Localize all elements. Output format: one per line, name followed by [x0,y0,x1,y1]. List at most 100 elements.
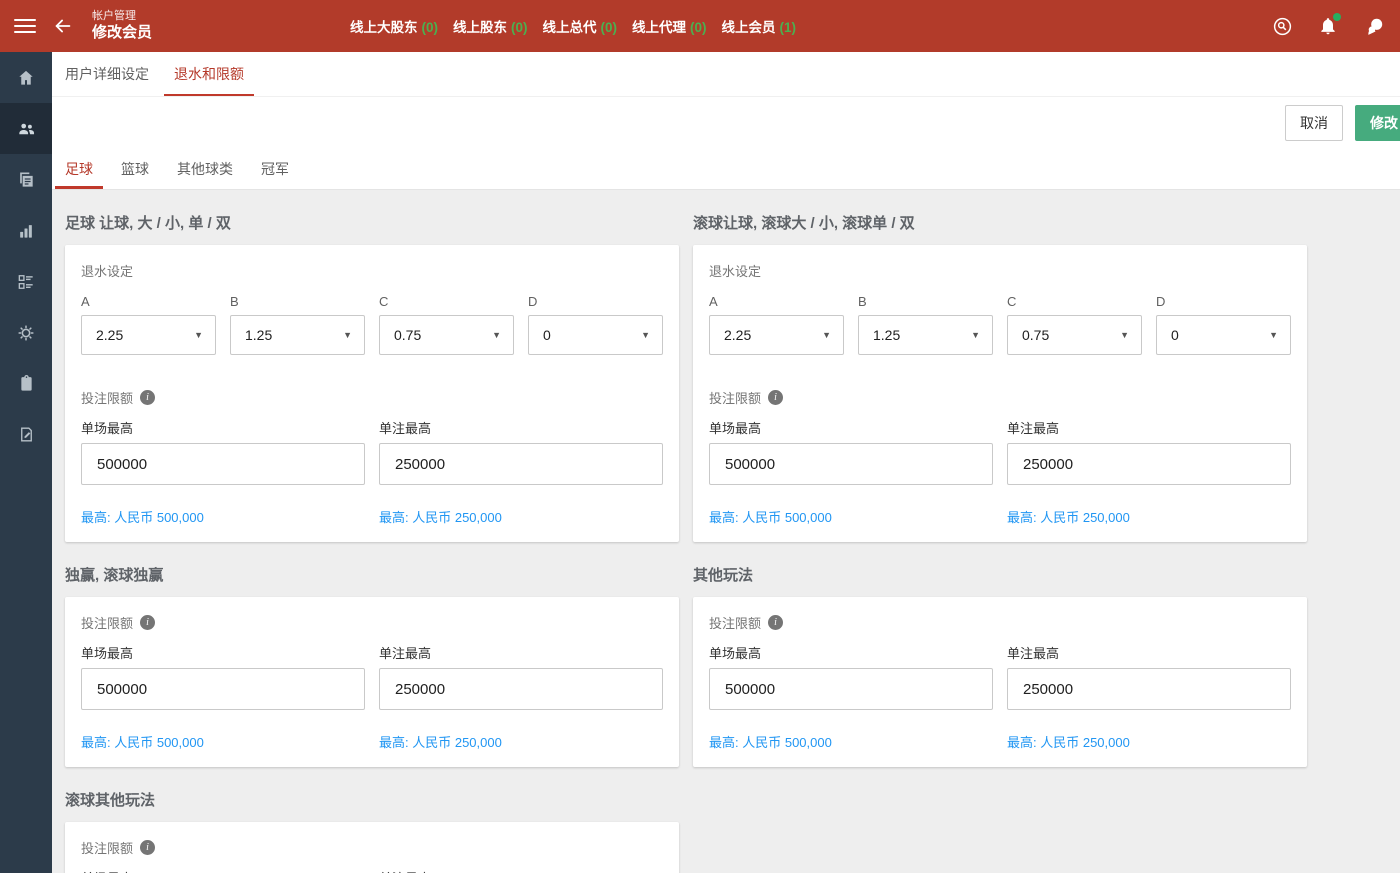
select-label: D [528,294,663,309]
card-other-plays: 投注限额 单场最高 最高: 人民币 500,000 单注最高 最高: 人民币 2… [693,597,1307,767]
bet-limit-label: 投注限额 [81,388,663,407]
sidebar-item-home[interactable] [0,52,52,103]
notifications-icon[interactable] [1318,16,1338,36]
nav-online-shareholder[interactable]: 线上股东(0) [453,16,528,36]
select-label: C [379,294,514,309]
documents-icon [16,170,36,190]
card-row-2: 独赢, 滚球独赢 投注限额 单场最高 最高: 人民币 500,000 单注最高 … [52,542,1400,767]
limit-fields: 单场最高 最高: 人民币 500,000 单注最高 最高: 人民币 250,00… [709,643,1291,751]
sport-tab-champion[interactable]: 冠军 [251,148,299,189]
rebate-select-a[interactable]: 2.25 [81,315,216,355]
limit-fields: 单场最高 最高: 人民币 500,000 单注最高 最高: 人民币 250,00… [81,418,663,526]
limit-fields: 单场最高 最高: 人民币 500,000 单注最高 最高: 人民币 250,00… [709,418,1291,526]
rebate-select-b[interactable]: 1.25 [230,315,365,355]
nav-online-master-agent[interactable]: 线上总代(0) [543,16,618,36]
card-football-handicap: 退水设定 A 2.25 B 1.25 C 0.75 D 0 投注限额 单场最高 最高: … [65,245,679,542]
select-label: A [81,294,216,309]
sidebar-item-tasks[interactable] [0,358,52,409]
section-title: 足球 让球, 大 / 小, 单 / 双 [65,212,679,233]
rebate-select-c[interactable]: 0.75 [1007,315,1142,355]
field-label: 单注最高 [1007,418,1291,437]
gear-icon [16,323,36,343]
submit-button[interactable]: 修改 [1355,105,1400,141]
card-live-other-plays: 投注限额 单场最高 最高: 人民币 500,000 单注最高 最高: 人民币 2… [65,822,679,873]
sidebar-item-settings[interactable] [0,307,52,358]
sidebar-item-records[interactable] [0,409,52,460]
rebate-settings-label: 退水设定 [709,261,1291,280]
sidebar-item-lists[interactable] [0,256,52,307]
field-label: 单注最高 [379,418,663,437]
match-max-input[interactable] [81,443,365,485]
bet-max-input[interactable] [1007,443,1291,485]
field-label: 单场最高 [81,418,365,437]
card-row-3: 滚球其他玩法 投注限额 单场最高 最高: 人民币 500,000 单注最高 最高… [52,767,1400,873]
bet-max-input[interactable] [379,668,663,710]
hamburger-icon[interactable] [14,15,36,37]
rebate-settings-label: 退水设定 [81,261,663,280]
sport-tab-other-sports[interactable]: 其他球类 [167,148,243,189]
bet-max-input[interactable] [1007,668,1291,710]
account-level-nav: 线上大股东(0) 线上股东(0) 线上总代(0) 线上代理(0) 线上会员(1) [350,0,796,52]
info-icon[interactable] [140,615,155,630]
back-arrow-icon[interactable] [52,15,74,37]
nav-online-super-shareholder[interactable]: 线上大股东(0) [350,16,438,36]
header-icons [1272,0,1386,52]
list-squares-icon [16,272,36,292]
section-title: 滚球让球, 滚球大 / 小, 滚球单 / 双 [693,212,1307,233]
info-icon[interactable] [768,390,783,405]
bar-chart-icon [16,221,36,241]
rebate-select-d[interactable]: 0 [528,315,663,355]
field-label: 单注最高 [379,868,663,873]
settings-tabs: 用户详细设定 退水和限额 [52,52,1400,97]
field-label: 单场最高 [709,418,993,437]
bet-limit-label: 投注限额 [709,613,1291,632]
sport-tabs: 足球 篮球 其他球类 冠军 [52,148,1400,190]
rebate-select-b[interactable]: 1.25 [858,315,993,355]
tab-rebate-and-limits[interactable]: 退水和限额 [164,52,254,96]
main-panel: 用户详细设定 退水和限额 取消 修改 足球 篮球 其他球类 冠军 足球 让球, … [52,52,1400,873]
sidebar-item-members[interactable] [0,103,52,154]
section-title: 独赢, 滚球独赢 [65,564,679,585]
rebate-select-d[interactable]: 0 [1156,315,1291,355]
match-max-input[interactable] [709,668,993,710]
rebate-select-c[interactable]: 0.75 [379,315,514,355]
chat-icon[interactable] [1363,16,1386,37]
section-title: 滚球其他玩法 [65,789,679,810]
info-icon[interactable] [140,840,155,855]
cancel-button[interactable]: 取消 [1285,105,1343,141]
tab-user-detail-settings[interactable]: 用户详细设定 [55,52,159,96]
match-max-input[interactable] [81,668,365,710]
people-icon [16,118,37,139]
select-label: B [230,294,365,309]
count-badge: (0) [690,20,707,35]
card-row-1: 足球 让球, 大 / 小, 单 / 双 退水设定 A 2.25 B 1.25 C 0.… [52,190,1400,542]
sport-tab-basketball[interactable]: 篮球 [111,148,159,189]
card-outright: 投注限额 单场最高 最高: 人民币 500,000 单注最高 最高: 人民币 2… [65,597,679,767]
sidebar-item-statistics[interactable] [0,205,52,256]
sidebar [0,52,52,873]
max-note: 最高: 人民币 250,000 [379,507,663,526]
bet-max-input[interactable] [379,443,663,485]
field-label: 单场最高 [81,643,365,662]
bet-limit-label: 投注限额 [81,613,663,632]
note-edit-icon [17,425,36,444]
count-badge: (1) [780,20,797,35]
bet-limit-label: 投注限额 [81,838,663,857]
sport-tab-football[interactable]: 足球 [55,148,103,189]
max-note: 最高: 人民币 500,000 [709,507,993,526]
field-label: 单场最高 [81,868,365,873]
match-max-input[interactable] [709,443,993,485]
info-icon[interactable] [768,615,783,630]
rebate-selects: A2.25 B1.25 C0.75 D0 [709,294,1291,355]
select-label: A [709,294,844,309]
field-label: 单场最高 [709,643,993,662]
nav-online-member[interactable]: 线上会员(1) [722,16,797,36]
sidebar-item-reports[interactable] [0,154,52,205]
info-icon[interactable] [140,390,155,405]
select-label: C [1007,294,1142,309]
nav-online-agent[interactable]: 线上代理(0) [632,16,707,36]
rebate-select-a[interactable]: 2.25 [709,315,844,355]
search-icon[interactable] [1272,16,1293,37]
field-label: 单注最高 [379,643,663,662]
home-icon [16,68,36,88]
